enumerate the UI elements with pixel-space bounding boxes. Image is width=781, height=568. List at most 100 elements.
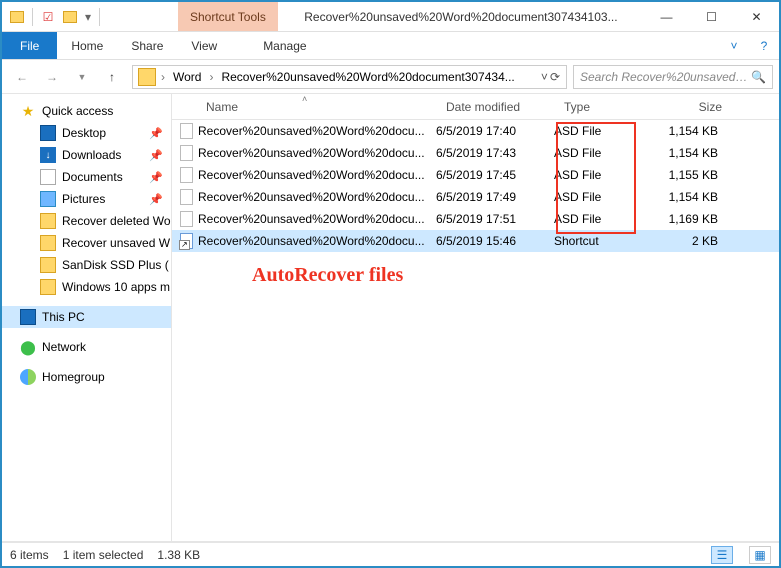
navigation-pane: ★ Quick access Desktop📌Downloads📌Documen… [2,94,172,541]
address-bar[interactable]: › Word › Recover%20unsaved%20Word%20docu… [132,65,567,89]
column-date[interactable]: Date modified [440,100,558,114]
file-size: 1,154 KB [644,146,734,160]
refresh-icon[interactable]: ⟳ [550,70,560,84]
monitor-icon [40,125,56,141]
file-type: ASD File [554,168,644,182]
file-name: Recover%20unsaved%20Word%20docu... [198,234,436,248]
folder-icon [138,68,156,86]
tab-view[interactable]: View [177,32,231,59]
folder-icon [40,257,56,273]
column-size[interactable]: Size [648,100,738,114]
computer-icon [20,309,36,325]
status-bar: 6 items 1 item selected 1.38 KB ☰ ▦ [2,542,779,566]
thumbnails-view-button[interactable]: ▦ [749,546,771,564]
sidebar-label: Quick access [42,104,113,118]
new-folder-icon[interactable] [61,8,79,26]
close-button[interactable]: ✕ [734,2,779,31]
file-date: 6/5/2019 17:40 [436,124,554,138]
network-icon: ⬤ [20,339,36,355]
file-name: Recover%20unsaved%20Word%20docu... [198,168,436,182]
sidebar-item[interactable]: Recover deleted Wo [2,210,171,232]
column-type[interactable]: Type [558,100,648,114]
file-size: 1,169 KB [644,212,734,226]
file-row[interactable]: Recover%20unsaved%20Word%20docu... 6/5/2… [172,230,779,252]
maximize-button[interactable]: ☐ [689,2,734,31]
sidebar-item[interactable]: Windows 10 apps m [2,276,171,298]
recent-locations-icon[interactable]: ▼ [68,64,96,90]
sidebar-network[interactable]: ⬤ Network [2,336,171,358]
properties-icon[interactable]: ☑ [39,8,57,26]
folder-icon [40,279,56,295]
title-bar: ☑ ▾ Shortcut Tools Recover%20unsaved%20W… [2,2,779,32]
file-rows: Recover%20unsaved%20Word%20docu... 6/5/2… [172,120,779,252]
ribbon-tabs: File Home Share View Manage ˅ ? [2,32,779,60]
chevron-right-icon[interactable]: › [207,70,215,84]
down-icon [40,147,56,163]
sidebar-label: Network [42,340,86,354]
search-placeholder: Search Recover%20unsaved%... [580,70,751,84]
file-icon [180,167,193,183]
file-row[interactable]: Recover%20unsaved%20Word%20docu... 6/5/2… [172,142,779,164]
help-icon[interactable]: ? [749,32,779,59]
sidebar-label: Windows 10 apps m [62,280,170,294]
sidebar-item[interactable]: Pictures📌 [2,188,171,210]
tab-share[interactable]: Share [117,32,177,59]
file-name: Recover%20unsaved%20Word%20docu... [198,124,436,138]
sidebar-item[interactable]: Recover unsaved W [2,232,171,254]
file-row[interactable]: Recover%20unsaved%20Word%20docu... 6/5/2… [172,120,779,142]
details-view-button[interactable]: ☰ [711,546,733,564]
doc-icon [40,169,56,185]
file-type: ASD File [554,190,644,204]
folder-icon [40,213,56,229]
file-list-pane: ˄ Name Date modified Type Size Recover%2… [172,94,779,541]
annotation-text: AutoRecover files [252,264,403,287]
sidebar-label: Documents [62,170,123,184]
breadcrumb-segment[interactable]: Recover%20unsaved%20Word%20document30743… [215,70,520,84]
sidebar-quick-access[interactable]: ★ Quick access [2,100,171,122]
ribbon-expand-icon[interactable]: ˅ [719,32,749,59]
sidebar-label: SanDisk SSD Plus ( [62,258,169,272]
file-row[interactable]: Recover%20unsaved%20Word%20docu... 6/5/2… [172,186,779,208]
tab-manage[interactable]: Manage [249,32,320,59]
sidebar-item[interactable]: Downloads📌 [2,144,171,166]
status-item-count: 6 items [10,548,49,562]
file-type: ASD File [554,124,644,138]
file-type: ASD File [554,212,644,226]
column-name[interactable]: Name [200,100,440,114]
up-button[interactable]: ↑ [98,64,126,90]
file-date: 6/5/2019 15:46 [436,234,554,248]
folder-icon[interactable] [8,8,26,26]
file-tab[interactable]: File [2,32,57,59]
sidebar-label: Recover deleted Wo [62,214,171,228]
pin-icon: 📌 [149,127,163,140]
status-size: 1.38 KB [157,548,200,562]
sidebar-item[interactable]: Documents📌 [2,166,171,188]
file-name: Recover%20unsaved%20Word%20docu... [198,190,436,204]
file-size: 2 KB [644,234,734,248]
file-icon [180,123,193,139]
address-dropdown-icon[interactable]: ˅ [541,70,548,84]
pin-icon: 📌 [149,193,163,206]
shortcut-icon [180,233,193,249]
qat-dropdown-icon[interactable]: ▾ [83,10,93,24]
chevron-right-icon[interactable]: › [159,70,167,84]
star-icon: ★ [20,103,36,119]
file-date: 6/5/2019 17:49 [436,190,554,204]
folder-icon [40,235,56,251]
minimize-button[interactable]: — [644,2,689,31]
tab-home[interactable]: Home [57,32,117,59]
file-date: 6/5/2019 17:43 [436,146,554,160]
sidebar-homegroup[interactable]: Homegroup [2,366,171,388]
sidebar-label: Homegroup [42,370,105,384]
file-icon [180,145,193,161]
back-button[interactable]: ← [8,64,36,90]
sidebar-item[interactable]: Desktop📌 [2,122,171,144]
window-controls: — ☐ ✕ [644,2,779,31]
file-row[interactable]: Recover%20unsaved%20Word%20docu... 6/5/2… [172,164,779,186]
window-title: Recover%20unsaved%20Word%20document30743… [278,2,644,31]
file-row[interactable]: Recover%20unsaved%20Word%20docu... 6/5/2… [172,208,779,230]
sidebar-this-pc[interactable]: This PC [2,306,171,328]
breadcrumb-segment[interactable]: Word [167,70,207,84]
search-input[interactable]: Search Recover%20unsaved%... 🔍 [573,65,773,89]
sidebar-item[interactable]: SanDisk SSD Plus ( [2,254,171,276]
